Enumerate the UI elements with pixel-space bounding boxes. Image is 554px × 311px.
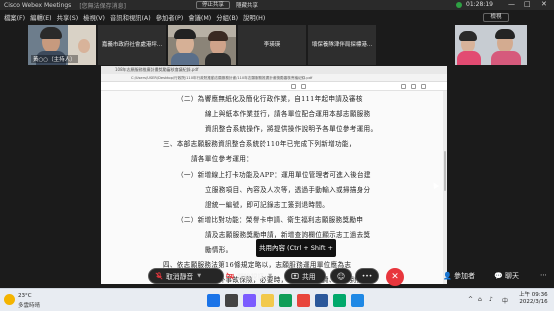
browser-tab[interactable]: 108年志願服務推廣計畫獎勵審核會議紀錄.pdf bbox=[101, 66, 447, 74]
chat-button[interactable]: 💬 聊天 bbox=[494, 271, 519, 281]
chat-label: 聊天 bbox=[504, 272, 519, 280]
participant-name: 嘉義市政府社會處港坪... bbox=[101, 42, 163, 48]
person-icon: 👤 bbox=[443, 272, 454, 280]
print-icon[interactable] bbox=[401, 84, 406, 89]
windows-taskbar: 23°C 多雲時晴 ^ ⌂ ♪ 中 上午 09:36 2022/3/16 bbox=[0, 288, 554, 311]
sun-icon bbox=[4, 294, 15, 305]
clock-time: 上午 09:36 bbox=[519, 292, 548, 298]
video-off-icon bbox=[226, 272, 234, 280]
task-view-icon[interactable] bbox=[243, 294, 256, 307]
start-video-label: 開始視訊 bbox=[237, 273, 265, 281]
webex-icon[interactable] bbox=[351, 294, 364, 307]
doc-line: （一）新增線上打卡功能及APP：運用單位管理者可進入後台建 bbox=[177, 171, 371, 179]
settings-icon[interactable] bbox=[421, 84, 426, 89]
app-title: Cisco Webex Meetings bbox=[4, 1, 72, 9]
smiley-icon: ☺ bbox=[336, 271, 346, 281]
weather-temperature: 23°C bbox=[18, 293, 32, 299]
input-language[interactable]: 中 bbox=[502, 296, 508, 305]
stop-sharing-button[interactable]: 停止共享 bbox=[196, 1, 231, 9]
zoom-in-icon[interactable] bbox=[301, 84, 306, 89]
start-icon[interactable] bbox=[207, 294, 220, 307]
weather-condition: 多雲時晴 bbox=[18, 303, 41, 309]
microphone-muted-icon bbox=[155, 272, 163, 280]
save-icon[interactable] bbox=[411, 84, 416, 89]
search-icon[interactable] bbox=[225, 294, 238, 307]
webex-window: Cisco Webex Meetings [您無法保存消息] 停止共享 隱藏共享… bbox=[0, 0, 554, 311]
zoom-out-icon[interactable] bbox=[291, 84, 296, 89]
edge-icon[interactable] bbox=[279, 294, 292, 307]
menu-audio-video[interactable]: 音訊和視訊(A) bbox=[110, 13, 151, 22]
chrome-icon[interactable] bbox=[297, 294, 310, 307]
more-icon: ••• bbox=[361, 272, 373, 280]
meeting-controls: 取消靜音 ▼ 開始視訊 ▼ 共用 ☺ ••• ✕ 👤 參加者 💬 聊天 ⋯ bbox=[0, 264, 554, 288]
participant-tile[interactable]: 壞保養隊津伴局探標港... bbox=[308, 25, 376, 65]
address-bar[interactable]: C:/Users/USER/Desktop/行政院/110年行政院推動志願服務計… bbox=[101, 74, 447, 82]
scroll-thumb[interactable] bbox=[444, 151, 446, 191]
hide-sharing-button[interactable]: 隱藏共享 bbox=[236, 1, 258, 9]
line-icon[interactable] bbox=[333, 294, 346, 307]
unmute-label: 取消靜音 bbox=[166, 273, 194, 281]
menu-file[interactable]: 檔案(F) bbox=[4, 13, 25, 22]
chevron-up-icon[interactable]: ^ bbox=[468, 296, 473, 303]
doc-line: （二）為響應無紙化及簡化行政作業，自111年起申請及審核 bbox=[177, 95, 363, 103]
chevron-down-icon[interactable]: ▼ bbox=[268, 273, 272, 279]
network-icon[interactable]: ⌂ bbox=[478, 296, 482, 303]
participant-tile-self[interactable] bbox=[455, 25, 527, 65]
menu-view[interactable]: 檢視(V) bbox=[83, 13, 105, 22]
doc-line: 證統一編號，即可記錄志工簽到退時間。 bbox=[205, 201, 330, 209]
maximize-button[interactable]: □ bbox=[524, 0, 531, 8]
chat-icon: 💬 bbox=[494, 272, 505, 280]
doc-line: 請各單位參考運用： bbox=[191, 155, 254, 163]
menu-meeting[interactable]: 會議(M) bbox=[188, 13, 211, 22]
participant-name: 黃○○（主持人） bbox=[31, 55, 78, 63]
menu-participants[interactable]: 參加者(P) bbox=[156, 13, 184, 22]
elapsed-time: 01:28:19 bbox=[466, 1, 493, 8]
minimize-button[interactable]: — bbox=[508, 0, 515, 8]
title-bar: Cisco Webex Meetings [您無法保存消息] 停止共享 隱藏共享… bbox=[0, 0, 554, 10]
menu-edit[interactable]: 編輯(E) bbox=[30, 13, 52, 22]
weather-widget[interactable]: 23°C 多雲時晴 bbox=[4, 292, 44, 310]
menu-bar: 檔案(F) 編輯(E) 共享(S) 檢視(V) 音訊和視訊(A) 參加者(P) … bbox=[0, 11, 554, 23]
doc-line: 請及志願服務獎勵申請，新增查詢欄位顯示志工過去獎 bbox=[205, 231, 371, 239]
file-explorer-icon[interactable] bbox=[261, 294, 274, 307]
unmute-button[interactable]: 取消靜音 ▼ bbox=[148, 268, 224, 284]
participant-name: 壞保養隊津伴局探標港... bbox=[311, 42, 373, 48]
share-label: 共用 bbox=[302, 273, 316, 281]
volume-icon[interactable]: ♪ bbox=[489, 296, 493, 303]
system-clock[interactable]: 上午 09:36 2022/3/16 bbox=[519, 292, 548, 306]
participant-tile[interactable] bbox=[168, 25, 236, 65]
share-screen-icon bbox=[291, 273, 299, 279]
pdf-toolbar bbox=[101, 82, 447, 91]
menu-help[interactable]: 說明(H) bbox=[243, 13, 265, 22]
more-options-button[interactable]: ••• bbox=[355, 268, 379, 284]
more-panels-button[interactable]: ⋯ bbox=[540, 271, 547, 279]
menu-share[interactable]: 共享(S) bbox=[57, 13, 79, 22]
share-tooltip: 共用內容 (Ctrl + Shift + D) bbox=[256, 239, 336, 270]
participant-tile[interactable]: 嘉義市政府社會處港坪... bbox=[98, 25, 166, 65]
reactions-button[interactable]: ☺ bbox=[330, 268, 352, 284]
share-button[interactable]: 共用 bbox=[284, 268, 326, 284]
chevron-down-icon[interactable]: ▼ bbox=[197, 273, 201, 279]
participants-button[interactable]: 👤 參加者 bbox=[443, 271, 475, 281]
clock-date: 2022/3/16 bbox=[519, 299, 548, 305]
doc-line: 立服務項目、內容及人次等，透過手動輸入或掃描身分 bbox=[205, 186, 371, 194]
menu-breakout[interactable]: 分組(B) bbox=[216, 13, 238, 22]
participant-name: 李瑛瑛 bbox=[263, 42, 281, 48]
end-meeting-button[interactable]: ✕ bbox=[386, 268, 404, 286]
participants-label: 參加者 bbox=[453, 272, 475, 280]
start-video-button[interactable]: 開始視訊 ▼ bbox=[220, 268, 288, 284]
doc-line: 資訊整合系統操作，將提供操作說明予各單位參考運用。 bbox=[205, 125, 378, 133]
doc-line: 線上與紙本作業並行，請各單位配合運用本部志願服務 bbox=[205, 110, 371, 118]
doc-line: 三、本部志願服務資訊整合系統於110年已完成下列新增功能， bbox=[163, 140, 356, 148]
close-button[interactable]: ✕ bbox=[541, 0, 547, 8]
word-icon[interactable] bbox=[315, 294, 328, 307]
view-layout-button[interactable]: 檢視 bbox=[483, 13, 509, 22]
doc-line: （二）新增比對功能：榮譽卡申請、衛生福利志願服務獎勵申 bbox=[177, 216, 364, 224]
participant-tile-host[interactable]: 黃○○（主持人） bbox=[28, 25, 96, 65]
recording-indicator-icon bbox=[456, 2, 462, 8]
pdf-scrollbar[interactable] bbox=[443, 91, 447, 284]
doc-line: 勵情形。 bbox=[205, 246, 233, 254]
meeting-note: [您無法保存消息] bbox=[79, 2, 126, 10]
participant-tile[interactable]: 李瑛瑛 bbox=[238, 25, 306, 65]
